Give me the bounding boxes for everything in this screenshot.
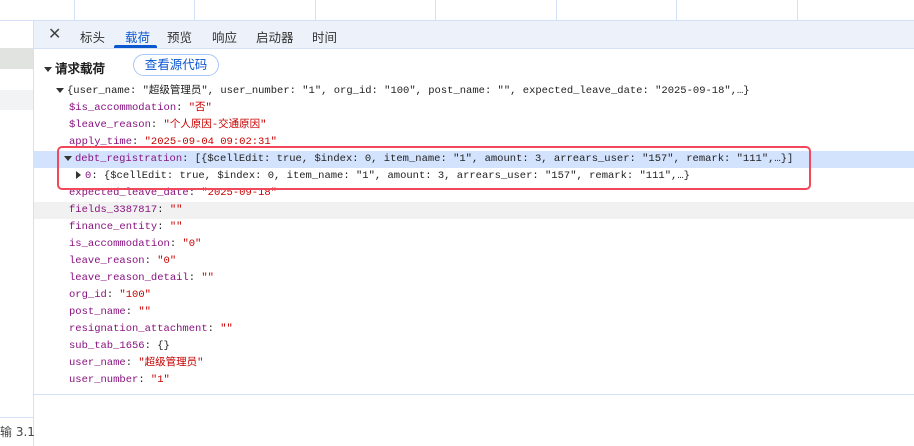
property-value: "个人原因-交通原因" [163,119,267,131]
request-row-selected[interactable] [0,48,33,69]
tab-timing[interactable]: 时间 [312,27,337,46]
expand-triangle-icon[interactable] [56,87,64,93]
property-key: resignation_attachment [69,323,208,335]
property-key: apply_time [69,136,133,148]
tab-preview[interactable]: 预览 [167,27,192,46]
column-divider[interactable] [676,0,677,20]
request-list-panel: 输 3.1 [0,21,35,446]
property-value: "" [169,204,183,216]
status-bar-text: 输 3.1 [0,425,35,439]
property-value: [{$cellEdit: true, $index: 0, item_name:… [194,153,794,165]
detail-tabs: ✕ 标头 载荷 预览 响应 启动器 时间 [34,21,914,49]
expand-triangle-icon[interactable] [64,155,72,161]
tab-response[interactable]: 响应 [212,27,237,46]
payload-property[interactable]: is_accommodation: "0" [34,236,914,253]
column-divider[interactable] [194,0,195,20]
column-divider[interactable] [315,0,316,20]
payload-property[interactable]: debt_registration: [{$cellEdit: true, $i… [34,151,914,168]
property-value: "100" [119,289,151,301]
property-value: "2025-09-18" [201,187,277,199]
property-value: "超级管理员" [138,357,204,369]
property-key: org_id [69,289,107,301]
payload-property[interactable]: user_name: "超级管理员" [34,355,914,372]
payload-property[interactable]: 0: {$cellEdit: true, $index: 0, item_nam… [34,168,914,185]
payload-property[interactable]: leave_reason_detail: "" [34,270,914,287]
property-key: is_accommodation [69,238,170,250]
property-value: "0" [157,255,177,267]
property-value: "2025-09-04 09:02:31" [144,136,277,148]
divider [0,417,33,418]
payload-property[interactable]: leave_reason: "0" [34,253,914,270]
property-value: {$cellEdit: true, $index: 0, item_name: … [103,170,690,182]
request-payload-header[interactable]: 请求载荷 [44,58,105,77]
property-value: "" [138,306,151,318]
payload-property[interactable]: fields_3387817: "" [34,202,914,219]
property-key: expected_leave_date [69,187,189,199]
payload-property[interactable]: org_id: "100" [34,287,914,304]
property-value: "" [169,221,183,233]
network-table-header [0,0,914,21]
view-source-button[interactable]: 查看源代码 [133,54,219,76]
property-value: "1" [150,374,170,386]
property-value: "" [220,323,233,335]
property-value: "" [201,272,214,284]
payload-property[interactable]: user_number: "1" [34,372,914,389]
close-icon[interactable]: ✕ [48,24,61,43]
property-key: post_name [69,306,126,318]
payload-property[interactable]: $leave_reason: "个人原因-交通原因" [34,117,914,134]
payload-property[interactable]: $is_accommodation: "否" [34,100,914,117]
property-key: 0 [85,170,92,182]
tab-headers[interactable]: 标头 [80,27,105,46]
property-value: {} [157,340,170,352]
property-key: leave_reason [69,255,145,267]
payload-property[interactable]: sub_tab_1656: {} [34,338,914,355]
root-summary: {user_name: "超级管理员", user_number: "1", o… [67,85,750,97]
collapsed-triangle-icon[interactable] [76,171,81,180]
property-key: $leave_reason [69,119,151,131]
collapse-triangle-icon[interactable] [44,67,52,72]
tab-initiator[interactable]: 启动器 [256,27,294,46]
property-key: finance_entity [69,221,158,233]
property-key: fields_3387817 [69,204,158,216]
payload-root[interactable]: {user_name: "超级管理员", user_number: "1", o… [34,83,914,100]
section-title: 请求载荷 [55,61,106,76]
payload-property[interactable]: post_name: "" [34,304,914,321]
property-key: leave_reason_detail [69,272,189,284]
property-value: "否" [188,102,212,114]
active-tab-indicator [114,45,157,48]
property-key: debt_registration [75,153,183,165]
column-divider[interactable] [556,0,557,20]
tab-payload[interactable]: 载荷 [125,27,150,46]
request-row[interactable] [0,90,33,110]
property-key: $is_accommodation [69,102,177,114]
column-divider[interactable] [435,0,436,20]
property-key: sub_tab_1656 [69,340,145,352]
property-key: user_name [69,357,126,369]
payload-property[interactable]: expected_leave_date: "2025-09-18" [34,185,914,202]
payload-property[interactable]: finance_entity: "" [34,219,914,236]
payload-panel: 请求载荷 查看源代码 {user_name: "超级管理员", user_num… [34,49,914,395]
column-divider[interactable] [797,0,798,20]
payload-property[interactable]: resignation_attachment: "" [34,321,914,338]
property-key: user_number [69,374,139,386]
payload-property[interactable]: apply_time: "2025-09-04 09:02:31" [34,134,914,151]
column-divider[interactable] [74,0,75,20]
property-value: "0" [182,238,202,250]
